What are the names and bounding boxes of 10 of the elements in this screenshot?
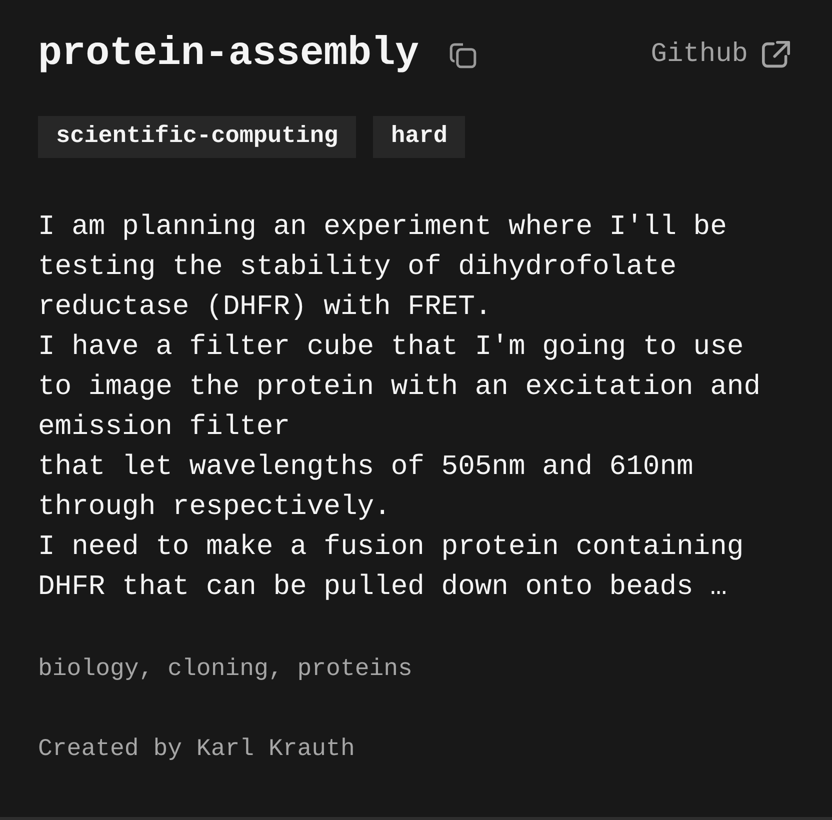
page-title: protein-assembly — [38, 31, 419, 79]
tag: hard — [373, 116, 466, 158]
external-link-icon — [762, 41, 790, 69]
keywords-text: biology, cloning, proteins — [38, 655, 414, 685]
tag: scientific-computing — [38, 116, 356, 158]
copy-button[interactable] — [448, 41, 477, 69]
copy-icon — [448, 41, 477, 69]
github-link[interactable]: Github — [650, 40, 790, 70]
description-text: I am planning an experiment where I'll be testing the stability of dihydrofolate reductase (DHFR) with FRET. I have a filter cube that I'm going to use to image the protein with an excitation and emission filter that let wavelengths of 505nm and 610nm through respectively. I need to make a fusion protein containing DHFR that can be pulled down onto beads … — [38, 211, 762, 605]
author-text: Created by Karl Krauth — [38, 735, 356, 765]
